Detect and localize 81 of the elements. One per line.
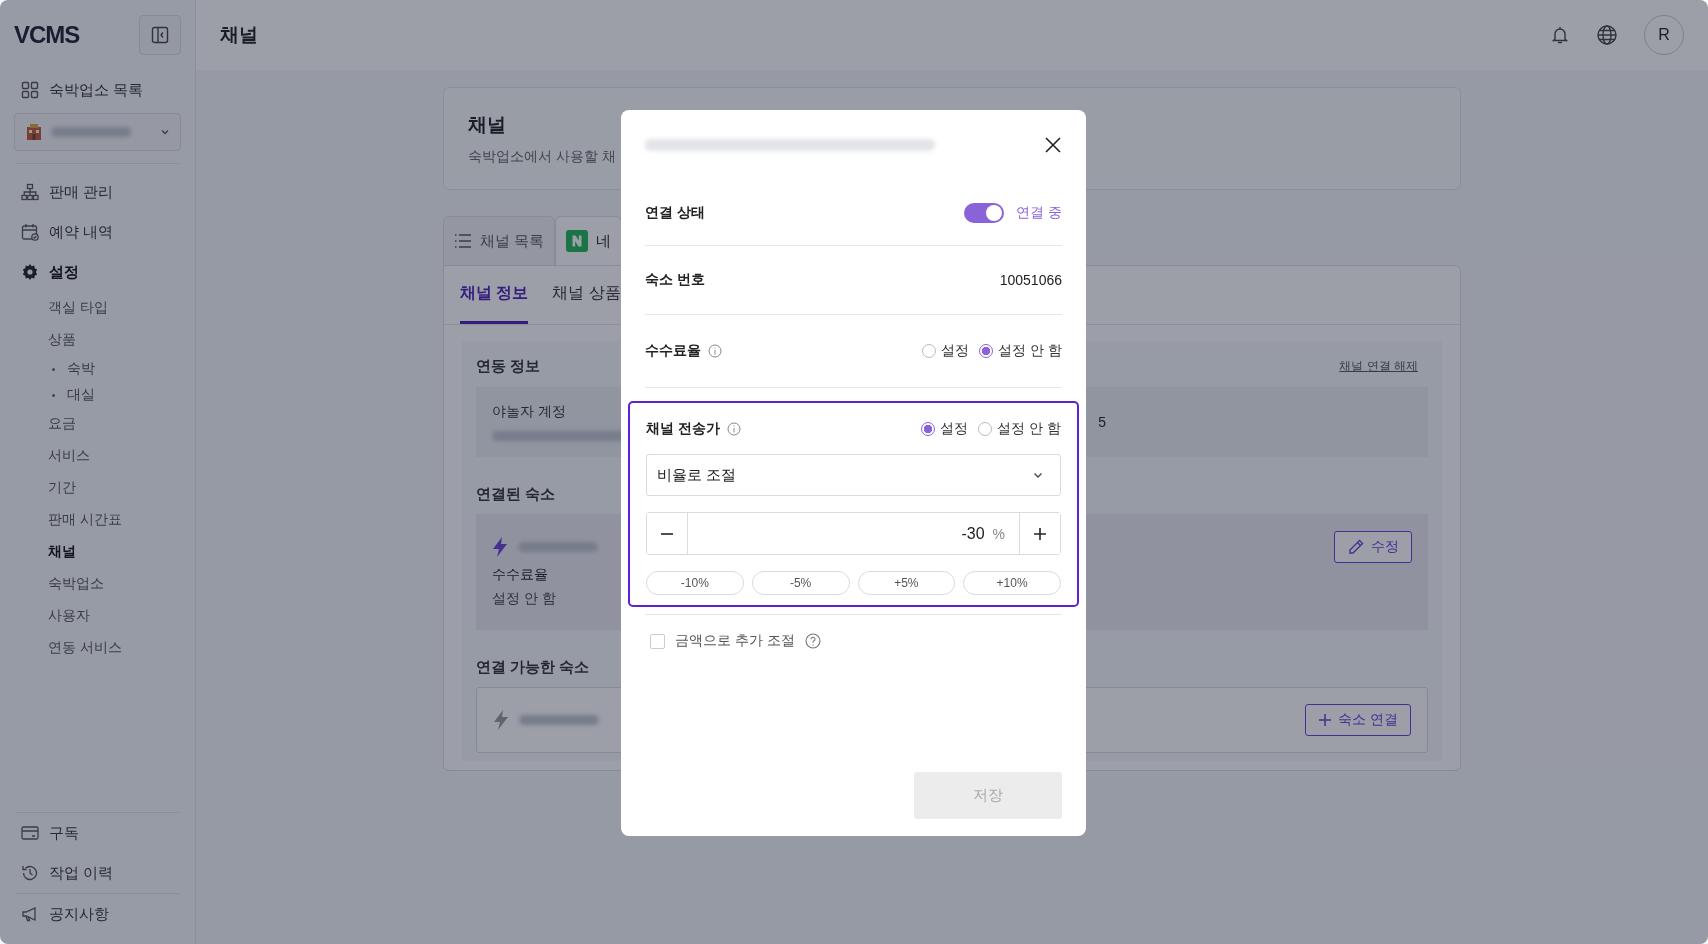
property-number: 10051066 [999,272,1062,288]
section-title: 연결 가능한 숙소 [476,658,591,677]
grid-icon [21,81,39,99]
section-title: 연결된 숙소 [476,485,557,504]
field-label: 수수료율 [645,342,701,360]
adjust-mode-select[interactable]: 비율로 조절 [646,454,1061,496]
chevron-down-icon [160,127,170,137]
disconnect-link[interactable]: 채널 연결 해제 [1339,357,1418,375]
submenu-item[interactable]: 숙박업소 [48,568,181,600]
preset-button[interactable]: +5% [857,571,956,595]
settings-icon [21,263,39,281]
plus-icon [1318,713,1333,727]
pencil-icon [1347,538,1365,556]
account-label: 야놀자 계정 [492,403,567,421]
section-title: 연동 정보 [476,356,541,376]
submenu-item[interactable]: 요금 [48,408,181,440]
nav-item[interactable]: 판매 관리 [14,172,181,212]
info-icon [726,422,741,436]
submenu-item[interactable]: 기간 [48,472,181,504]
field-label: 채널 전송가 [646,420,720,438]
sitemap-icon [21,183,39,201]
hotel-icon [25,123,43,141]
connection-status: 연결 중 [1016,203,1062,222]
submenu-item[interactable]: 상품 [48,324,181,356]
lightning-icon [492,537,508,557]
sidebar-collapse-button[interactable] [139,15,181,55]
checkbox-label: 금액으로 추가 조절 [675,632,795,650]
megaphone-icon [21,905,39,923]
channel-tab[interactable]: 네 [555,216,623,265]
fee-label: 수수료율 [492,566,548,584]
nav-item[interactable]: 설정 [14,252,181,292]
section-description: 숙박업소에서 사용할 채 [468,148,617,166]
card-icon [21,824,39,842]
globe-icon[interactable] [1596,24,1618,46]
edit-button[interactable]: 수정 [1334,531,1412,563]
submenu-item[interactable]: 채널 [48,536,181,568]
submenu-item[interactable]: 숙박 [48,356,181,382]
account-value: 5 [1098,414,1106,430]
preset-button[interactable]: -5% [751,571,850,595]
radio-option[interactable]: 설정 [922,342,970,360]
field-label: 연결 상태 [645,203,705,222]
submenu-item[interactable]: 객실 타입 [48,292,181,324]
sidebar-toggle-icon [151,26,169,44]
nav-item[interactable]: 작업 이력 [14,853,181,893]
property-select[interactable] [14,113,181,151]
plus-icon [1033,526,1047,541]
submenu-item[interactable]: 사용자 [48,600,181,632]
checkbox[interactable] [650,633,665,649]
nav-item[interactable]: 공지사항 [14,894,181,934]
minus-icon [660,532,674,535]
preset-button[interactable]: +10% [963,571,1061,595]
submenu-item[interactable]: 대실 [48,382,181,408]
info-tab[interactable]: 채널 상품 [552,266,621,324]
info-icon [708,344,722,358]
submenu-item[interactable]: 판매 시간표 [48,504,181,536]
radio-option[interactable]: 설정 [921,420,969,438]
section-title: 채널 [468,113,507,137]
nav-item[interactable]: 예약 내역 [14,212,181,252]
submenu-item[interactable]: 연동 서비스 [48,632,181,664]
nav-item[interactable]: 구독 [14,813,181,853]
page-title: 채널 [220,23,258,47]
fee-value: 설정 안 함 [492,590,556,608]
property-list-link[interactable]: 숙박업소 목록 [14,70,181,110]
n-logo-icon [566,230,589,252]
close-icon[interactable] [1044,136,1062,154]
lightning-icon [493,710,509,730]
connect-property-button[interactable]: 숙소 연결 [1305,704,1411,736]
calendar-check-icon [21,223,39,241]
bell-icon[interactable] [1550,25,1570,45]
radio-option[interactable]: 설정 안 함 [978,420,1061,438]
connection-toggle[interactable] [964,202,1005,223]
info-tab[interactable]: 채널 정보 [460,266,529,324]
field-label: 숙소 번호 [645,271,705,289]
radio-option[interactable]: 설정 안 함 [979,342,1062,360]
logo: VCMS [14,21,80,49]
history-icon [21,864,39,882]
list-icon [454,233,472,249]
channel-tab[interactable]: 채널 목록 [443,216,556,265]
preset-button[interactable]: -10% [646,571,744,595]
help-icon [804,633,821,649]
submenu-item[interactable]: 서비스 [48,440,181,472]
